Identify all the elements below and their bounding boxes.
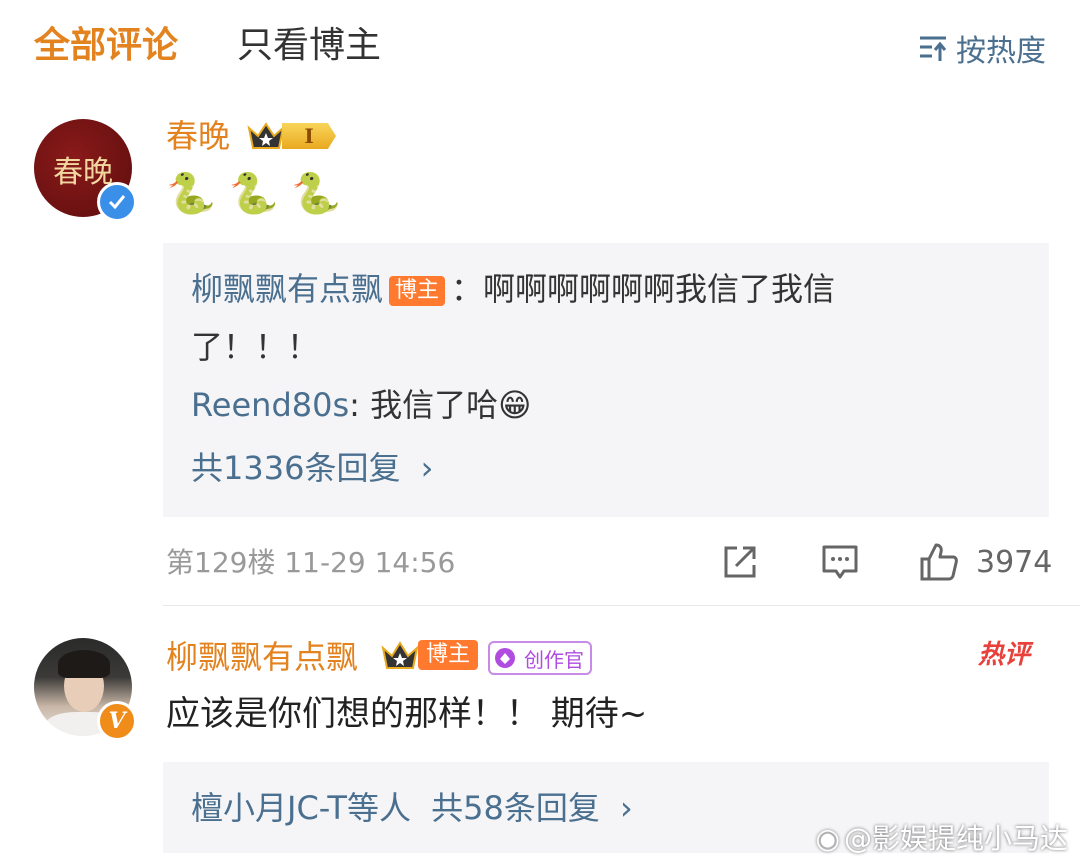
weibo-watermark: ◉ @影娱提纯小马达 (816, 823, 1068, 855)
comment-username[interactable]: 柳飘飘有点飘 (166, 637, 358, 677)
watermark-text: @影娱提纯小马达 (843, 822, 1068, 855)
reply-author[interactable]: 柳飘飘有点飘 (191, 270, 383, 308)
creator-icon (495, 648, 515, 668)
tab-all-comments[interactable]: 全部评论 (34, 24, 178, 68)
comment-icon (822, 545, 858, 579)
reply-item: Reend80s: 我信了哈😁 (191, 385, 531, 425)
reply-summary-count: 共58条回复 (431, 789, 600, 827)
reply-preview-box[interactable]: 柳飘飘有点飘 博主 ：啊啊啊啊啊啊我信了我信 了！！！ Reend80s: 我信了哈… (163, 243, 1049, 517)
snake-emoji: 🐍 (291, 171, 341, 217)
thumbs-up-icon (920, 543, 958, 581)
sort-icon (920, 36, 947, 61)
snake-emoji: 🐍 (166, 171, 216, 217)
level-badge: I (246, 120, 336, 152)
reply-text: 我信了哈😁 (370, 386, 532, 424)
reply-summary-people: 檀小月JC-T等人 (191, 789, 411, 827)
chevron-right-icon: › (420, 449, 434, 487)
comment-meta: 第129楼 11-29 14:56 (166, 546, 456, 579)
level-label: I (304, 124, 314, 148)
creator-verified-icon: V (97, 701, 137, 741)
reply-count: 共1336条回复 (191, 449, 401, 487)
view-replies-link[interactable]: 檀小月JC-T等人 共58条回复 › (191, 788, 633, 828)
creator-badge: 创作官 (488, 641, 592, 675)
reply-separator: : (349, 386, 371, 424)
hot-comment-badge: 热评 (978, 640, 1031, 670)
reply-text-continued: 了！！！ (191, 328, 320, 366)
reply-text: 啊啊啊啊啊啊我信了我信 (483, 270, 836, 308)
view-all-replies-link[interactable]: 共1336条回复 › (191, 448, 433, 488)
verified-badge-icon (97, 182, 137, 222)
creator-badge-label: 创作官 (524, 647, 584, 672)
sort-by-heat-button[interactable]: 按热度 (918, 28, 1046, 69)
tab-blogger-only[interactable]: 只看博主 (237, 24, 381, 68)
sort-label: 按热度 (956, 34, 1046, 69)
comment-divider (163, 605, 1080, 606)
blogger-crown-badge: 博主 (380, 638, 479, 672)
weibo-logo-icon: ◉ (815, 822, 840, 855)
like-button[interactable]: 3974 (918, 541, 1052, 583)
blogger-badge: 博主 (418, 640, 479, 670)
comment-button[interactable] (820, 543, 860, 581)
share-button[interactable] (721, 543, 759, 581)
reply-item: 柳飘飘有点飘 博主 ：啊啊啊啊啊啊我信了我信 (191, 269, 835, 309)
crown-icon (381, 641, 419, 669)
like-count: 3974 (976, 544, 1053, 580)
comment-text: 应该是你们想的那样！！ 期待~ (166, 694, 648, 734)
emoji-row: 🐍 🐍 🐍 (166, 170, 341, 218)
reply-separator: ： (451, 270, 484, 308)
chevron-right-icon: › (620, 789, 633, 827)
share-icon (724, 546, 756, 578)
snake-emoji: 🐍 (228, 171, 279, 217)
blogger-badge: 博主 (389, 276, 446, 306)
reply-author[interactable]: Reend80s (191, 386, 349, 424)
comment-username[interactable]: 春晚 (166, 116, 230, 156)
crown-icon (247, 122, 285, 149)
